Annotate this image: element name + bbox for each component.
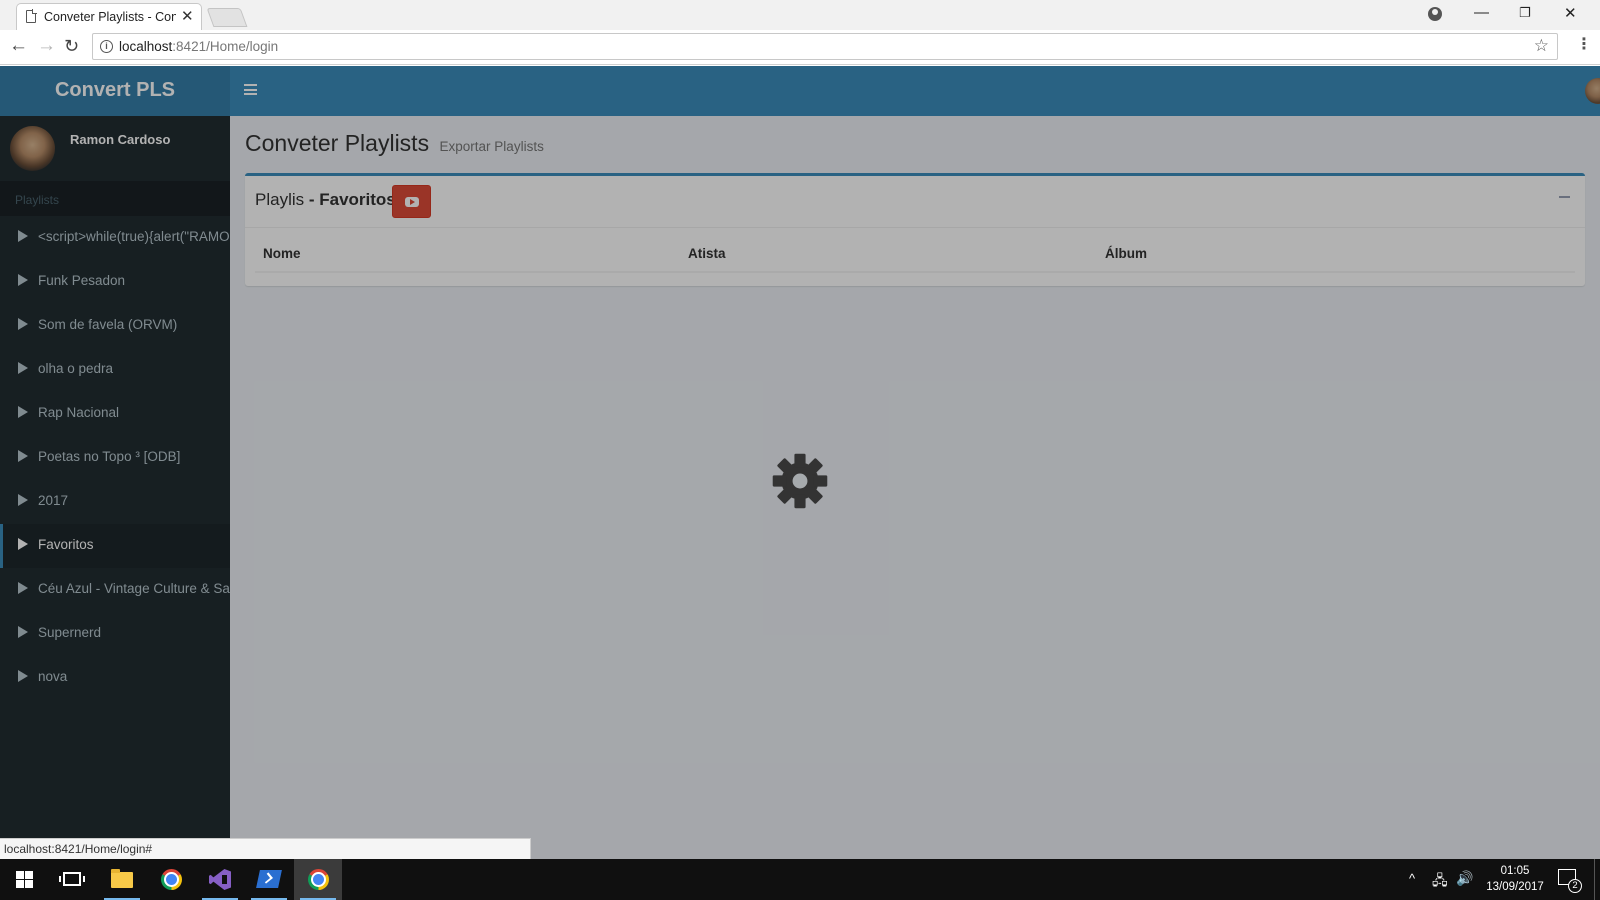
network-icon[interactable]: 🖧 <box>1432 870 1448 894</box>
task-view-button[interactable] <box>48 859 96 900</box>
volume-icon[interactable]: 🔊 <box>1456 870 1473 887</box>
chevron-up-icon[interactable]: ^ <box>1409 871 1415 886</box>
document-icon <box>26 9 37 23</box>
visual-studio-button[interactable] <box>196 859 244 900</box>
chrome-active-button[interactable] <box>294 859 342 900</box>
url-path: :8421/Home/login <box>172 39 279 54</box>
tab-close-icon[interactable]: ✕ <box>181 8 194 25</box>
address-bar[interactable]: i localhost:8421/Home/login ☆ <box>92 33 1558 60</box>
app-root: Convert PLS Ramon Cardoso Ramon Cardoso … <box>0 66 1600 859</box>
browser-toolbar: ← → ↻ i localhost:8421/Home/login ☆ ⋮ <box>0 30 1600 65</box>
minimize-icon[interactable]: — <box>1474 4 1489 21</box>
restore-icon[interactable]: ❐ <box>1519 5 1531 21</box>
clock-time: 01:05 <box>1500 865 1530 877</box>
url-host: localhost <box>119 39 173 54</box>
windows-taskbar: ^ 🖧 🔊 01:05 13/09/2017 2 <box>0 859 1600 900</box>
chrome-icon <box>308 869 329 890</box>
status-url-bubble: localhost:8421/Home/login# <box>0 838 531 859</box>
file-explorer-button[interactable] <box>98 859 146 900</box>
tab-title: Conveter Playlists - Convert PLS <box>44 10 176 24</box>
browser-menu-icon[interactable]: ⋮ <box>1576 36 1592 54</box>
back-arrow-icon[interactable]: ← <box>9 36 28 56</box>
window-close-icon[interactable]: ✕ <box>1564 4 1577 22</box>
system-clock[interactable]: 01:05 13/09/2017 <box>1480 863 1550 895</box>
chrome-icon <box>161 869 182 890</box>
new-tab-button[interactable] <box>206 8 248 27</box>
info-icon[interactable]: i <box>100 40 113 53</box>
visual-studio-icon <box>209 869 231 890</box>
task-view-icon <box>59 872 85 886</box>
show-desktop-button[interactable] <box>1594 859 1595 900</box>
gear-icon <box>772 453 828 509</box>
browser-tab[interactable]: Conveter Playlists - Convert PLS ✕ <box>16 3 202 30</box>
browser-tab-strip: Conveter Playlists - Convert PLS ✕ — ❐ ✕ <box>0 0 1600 30</box>
windows-logo-icon <box>16 871 33 888</box>
clock-date: 13/09/2017 <box>1486 881 1544 893</box>
chrome-pinned-button[interactable] <box>147 859 195 900</box>
bookmark-star-icon[interactable]: ☆ <box>1534 36 1549 56</box>
powershell-icon <box>256 870 282 888</box>
powershell-button[interactable] <box>245 859 293 900</box>
folder-icon <box>111 869 133 888</box>
profile-icon[interactable] <box>1428 7 1442 21</box>
notification-count-badge: 2 <box>1568 879 1582 893</box>
start-button[interactable] <box>0 859 48 900</box>
reload-icon[interactable]: ↻ <box>64 36 79 56</box>
loading-overlay <box>0 66 1600 859</box>
forward-arrow-icon[interactable]: → <box>37 36 56 56</box>
address-url[interactable]: localhost:8421/Home/login <box>119 39 278 54</box>
